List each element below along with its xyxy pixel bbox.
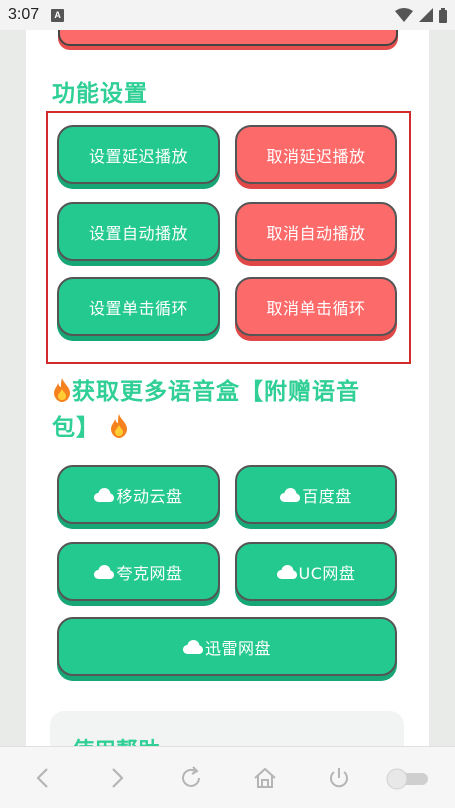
mobile-cloud-label: 移动云盘: [116, 486, 183, 506]
fire-icon: [111, 414, 128, 438]
previous-button-partial[interactable]: [58, 30, 398, 46]
baidu-pan-button[interactable]: 百度盘: [235, 465, 397, 524]
forward-icon[interactable]: [104, 765, 130, 791]
function-settings-title: 功能设置: [52, 81, 148, 107]
uc-pan-button[interactable]: UC网盘: [235, 542, 397, 601]
signal-icon: [419, 8, 433, 22]
quark-pan-label: 夸克网盘: [116, 563, 183, 583]
cloud-icon: [94, 487, 115, 502]
app-notification-icon: A: [51, 8, 65, 22]
cloud-icon: [276, 564, 297, 579]
status-bar: 3:07 A: [0, 0, 455, 30]
battery-icon: [439, 7, 447, 23]
power-icon[interactable]: [326, 765, 352, 791]
set-click-loop-button[interactable]: 设置单击循环: [57, 277, 220, 336]
refresh-icon[interactable]: [178, 765, 204, 791]
cloud-icon: [94, 564, 115, 579]
fire-icon: [54, 378, 70, 402]
uc-pan-label: UC网盘: [298, 563, 356, 583]
cancel-click-loop-button[interactable]: 取消单击循环: [235, 277, 397, 336]
promo-title-text: 获取更多语音盒【附赠语音包】: [52, 379, 360, 441]
browser-bottom-bar: [0, 746, 455, 808]
quark-pan-button[interactable]: 夸克网盘: [57, 542, 220, 601]
baidu-pan-label: 百度盘: [302, 486, 352, 506]
mobile-cloud-button[interactable]: 移动云盘: [57, 465, 220, 524]
page-content: 功能设置 设置延迟播放 取消延迟播放 设置自动播放 取消自动播放 设置单击循环 …: [26, 30, 429, 746]
wifi-icon: [395, 8, 413, 22]
home-icon[interactable]: [252, 765, 278, 791]
xunlei-pan-button[interactable]: 迅雷网盘: [57, 617, 397, 676]
toggle-switch[interactable]: [386, 768, 430, 790]
cloud-icon: [280, 487, 301, 502]
status-time: 3:07: [8, 6, 40, 23]
cloud-icon: [182, 639, 203, 654]
back-icon[interactable]: [30, 765, 56, 791]
cancel-delay-play-button[interactable]: 取消延迟播放: [235, 125, 397, 184]
status-icons: [395, 7, 447, 23]
promo-title: 获取更多语音盒【附赠语音包】: [52, 374, 402, 446]
xunlei-pan-label: 迅雷网盘: [204, 638, 271, 658]
help-card: 使用帮助: [50, 711, 404, 746]
set-delay-play-button[interactable]: 设置延迟播放: [57, 125, 220, 184]
set-auto-play-button[interactable]: 设置自动播放: [57, 202, 220, 261]
help-title: 使用帮助: [72, 733, 160, 746]
cancel-auto-play-button[interactable]: 取消自动播放: [235, 202, 397, 261]
